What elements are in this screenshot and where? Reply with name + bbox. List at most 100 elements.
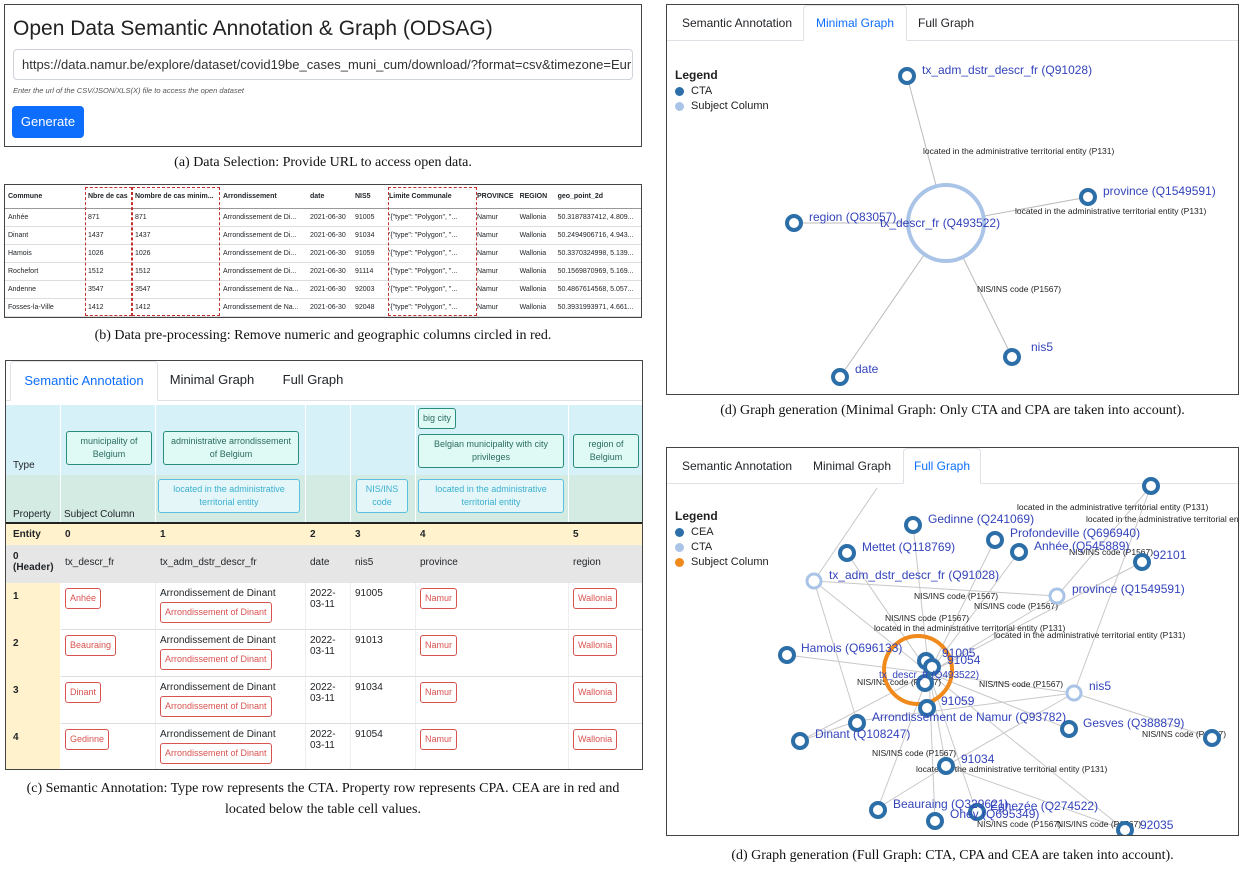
semantic-annotation-panel: Semantic Annotation Minimal Graph Full G… (5, 360, 643, 770)
entity-index: 2 (310, 529, 316, 540)
node-label: tx_descr_fr (Q493522) (880, 216, 1000, 230)
table-cell: 2021-06-30 (307, 298, 352, 317)
cell-text: 91054 (355, 729, 383, 740)
cea-node[interactable] (986, 531, 1004, 549)
edge-label: located in the administrative territoria… (994, 630, 1186, 640)
table-cell: 3547 (132, 280, 220, 299)
table-cell: 92003 (352, 280, 386, 299)
table-cell: 91005 (352, 208, 386, 227)
graph-node[interactable] (898, 67, 916, 85)
column-header: REGION (516, 185, 555, 209)
cta-tag: administrative arrondissement of Belgium (163, 431, 299, 465)
entity-index: 5 (573, 529, 579, 540)
tab-minimal-graph[interactable]: Minimal Graph (160, 361, 264, 401)
table-cell: 1437 (85, 226, 132, 245)
tab-full-graph[interactable]: Full Graph (268, 361, 358, 401)
table-cell: Wallonia (516, 244, 555, 263)
edge-label: located in the administrative territoria… (1017, 502, 1209, 512)
url-input[interactable]: https://data.namur.be/explore/dataset/co… (13, 49, 633, 80)
table-cell: 3547 (85, 280, 132, 299)
cea-node[interactable] (869, 801, 887, 819)
node-label: Dinant (Q108247) (815, 727, 910, 741)
cell-text: 2022-03-11 (310, 588, 336, 610)
cea-node[interactable] (778, 646, 796, 664)
table-cell: 91034 (352, 226, 386, 245)
cea-node[interactable] (1142, 477, 1160, 495)
cell-text: 91005 (355, 588, 383, 599)
edge-label: NIS/INS code (P1567) (974, 601, 1058, 611)
header-cell: date (310, 557, 330, 568)
cea-node[interactable] (926, 812, 944, 830)
full-graph-canvas[interactable]: located in the administrative territoria… (667, 448, 1239, 836)
cea-node[interactable] (937, 757, 955, 775)
graph-node[interactable] (1003, 348, 1021, 366)
table-row: Rochefort 1512 1512 Arrondissement de Di...… (5, 262, 641, 281)
table-cell: 2021-06-30 (307, 226, 352, 245)
table-cell: Wallonia (516, 208, 555, 227)
cea-node[interactable] (1203, 729, 1221, 747)
cea-node[interactable] (791, 732, 809, 750)
cea-node[interactable] (904, 516, 922, 534)
cea-node[interactable] (1010, 543, 1028, 561)
table-cell: '{"type": "Polygon", "... (386, 298, 474, 317)
entity-index: 0 (65, 529, 71, 540)
node-label: 92101 (1153, 548, 1187, 562)
table-cell: 91114 (352, 262, 386, 281)
cta-node[interactable] (1065, 684, 1083, 702)
cea-node[interactable] (1116, 821, 1134, 836)
cta-node[interactable] (805, 572, 823, 590)
node-label: 91054 (947, 653, 981, 667)
table-cell: Arrondissement de Na... (220, 280, 307, 299)
row-label: Type (13, 460, 35, 471)
column-header: geo_point_2d (554, 185, 641, 209)
table-cell: 1026 (85, 244, 132, 263)
cea-tag: Anhée (65, 588, 102, 609)
cta-tag: Belgian municipality with city privilege… (418, 434, 564, 468)
table-cell: 50.4867614568, 5.057... (554, 280, 641, 299)
tab-semantic-annotation[interactable]: Semantic Annotation (10, 361, 158, 401)
data-selection-panel: Open Data Semantic Annotation & Graph (O… (4, 4, 642, 147)
cea-tag: Namur (420, 729, 458, 750)
graph-node[interactable] (1079, 188, 1097, 206)
edge-label: located in the administrative territoria… (923, 146, 1115, 156)
cell-text: Arrondissement de Dinant (160, 729, 276, 740)
table-cell: Wallonia (516, 298, 555, 317)
table-row: Anhée 871 871 Arrondissement de Di... 2021-0… (5, 208, 641, 227)
cea-tag: Wallonia (573, 635, 618, 656)
entity-index: 4 (420, 529, 426, 540)
row-label: Property (13, 509, 51, 520)
header-label: 0 (Header) (13, 551, 54, 573)
table-cell: Namur (474, 298, 517, 317)
table-cell: Namur (474, 280, 517, 299)
entity-label: Entity (13, 529, 41, 540)
cta-node[interactable] (1048, 587, 1066, 605)
table-cell: Andenne (5, 280, 85, 299)
graph-node[interactable] (785, 214, 803, 232)
table-cell: Hamois (5, 244, 85, 263)
cea-node[interactable] (1133, 553, 1151, 571)
cell-text: 2022-03-11 (310, 729, 336, 751)
node-label: province (Q1549591) (1103, 184, 1216, 198)
table-cell: Wallonia (516, 280, 555, 299)
cea-tag: Namur (420, 588, 458, 609)
generate-button[interactable]: Generate (12, 106, 84, 138)
cea-tag: Arrondissement of Dinant (160, 602, 272, 623)
node-label: nis5 (1031, 340, 1053, 354)
cea-node[interactable] (1060, 720, 1078, 738)
header-cell: tx_descr_fr (65, 557, 115, 568)
column-header: Arrondissement (220, 185, 307, 209)
table-cell: 871 (85, 208, 132, 227)
table-cell: 2021-06-30 (307, 280, 352, 299)
url-hint: Enter the url of the CSV/JSON/XLS(X) fil… (13, 86, 244, 95)
table-cell: 2021-06-30 (307, 244, 352, 263)
table-cell: 1412 (132, 298, 220, 317)
table-cell: 1412 (85, 298, 132, 317)
edge-label: NIS/INS code (P1567) (885, 613, 969, 623)
minimal-graph-canvas[interactable]: located in the administrative territoria… (667, 5, 1239, 395)
type-row-cell (351, 405, 416, 475)
table-cell: 50.1569870969, 5.169... (554, 262, 641, 281)
cea-node[interactable] (838, 544, 856, 562)
edge-label: NIS/INS code (P1567) (979, 679, 1063, 689)
graph-node[interactable] (831, 368, 849, 386)
table-cell: '{"type": "Polygon", "... (386, 262, 474, 281)
